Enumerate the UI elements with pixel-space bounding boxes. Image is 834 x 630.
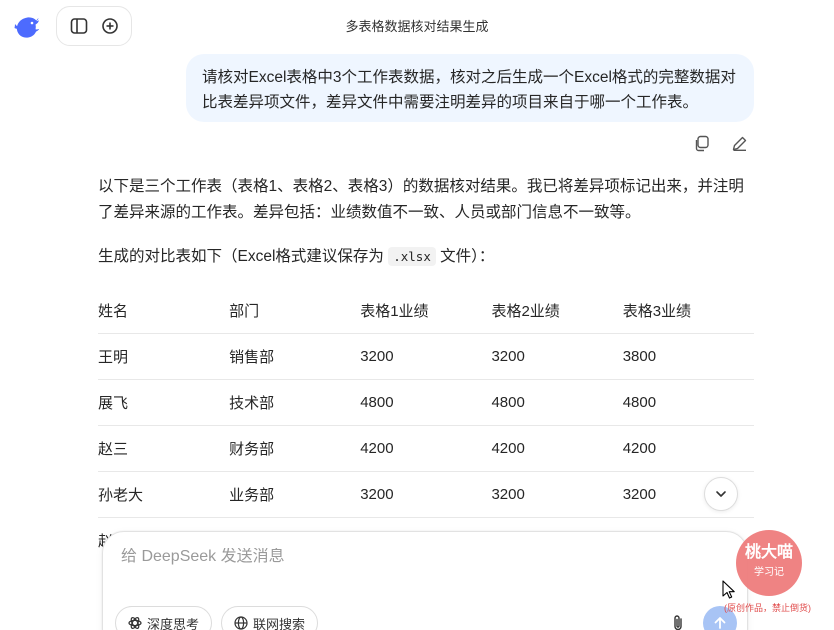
deep-think-label: 深度思考 <box>147 616 200 630</box>
table-row: 孙老大 业务部 3200 3200 3200 <box>98 471 754 518</box>
user-message: 请核对Excel表格中3个工作表数据，核对之后生成一个Excel格式的完整数据对… <box>186 54 754 122</box>
table-cell: 销售部 <box>229 333 361 380</box>
table-cell: 3200 <box>360 471 492 518</box>
table-cell: 3200 <box>491 333 623 380</box>
table-cell: 孙老大 <box>98 471 230 518</box>
deep-think-toggle[interactable]: 深度思考 <box>115 606 213 630</box>
table-cell: 财务部 <box>229 425 361 472</box>
table-cell: 4200 <box>491 425 623 472</box>
table-header-row: 姓名 部门 表格1业绩 表格2业绩 表格3业绩 <box>98 288 754 334</box>
table-cell: 展飞 <box>98 379 230 426</box>
comparison-table: 姓名 部门 表格1业绩 表格2业绩 表格3业绩 王明 销售部 3200 3200… <box>98 288 754 518</box>
edit-message-button[interactable] <box>728 132 750 154</box>
globe-icon <box>234 616 248 630</box>
arrow-up-icon <box>714 617 726 629</box>
table-cell: 3200 <box>360 333 492 380</box>
web-search-toggle[interactable]: 联网搜索 <box>221 606 319 630</box>
table-cell: 业务部 <box>229 471 361 518</box>
edit-icon <box>732 136 746 151</box>
table-row: 王明 销售部 3200 3200 3800 <box>98 333 754 380</box>
table-cell: 技术部 <box>229 379 361 426</box>
table-cell: 4800 <box>622 379 754 426</box>
watermark-badge: 桃大喵 学习记 <box>736 530 802 596</box>
web-search-label: 联网搜索 <box>253 616 306 630</box>
table-row: 赵三 财务部 4200 4200 4200 <box>98 425 754 472</box>
table-cell: 王明 <box>98 333 230 380</box>
deep-think-icon <box>128 617 142 629</box>
table-header-cell: 表格1业绩 <box>360 288 492 334</box>
copy-icon <box>695 135 709 151</box>
copy-message-button[interactable] <box>690 132 712 154</box>
message-actions <box>690 132 750 154</box>
table-header-cell: 表格2业绩 <box>491 288 623 334</box>
watermark-name: 桃大喵 <box>744 544 793 561</box>
message-composer: 深度思考 联网搜索 <box>102 531 748 630</box>
assistant-answer: 以下是三个工作表（表格1、表格2、表格3）的数据核对结果。我已将差异项标记出来，… <box>98 174 758 288</box>
conversation-title: 多表格数据核对结果生成 <box>345 19 489 34</box>
table-header-cell: 姓名 <box>98 288 230 334</box>
watermark-sub: 学习记 <box>754 567 784 578</box>
table-cell: 赵三 <box>98 425 230 472</box>
table-cell: 4800 <box>360 379 492 426</box>
table-cell: 3800 <box>622 333 754 380</box>
table-header-cell: 表格3业绩 <box>622 288 754 334</box>
table-cell: 3200 <box>491 471 623 518</box>
scroll-to-bottom-button[interactable] <box>704 477 738 511</box>
table-row: 展飞 技术部 4800 4800 4800 <box>98 379 754 426</box>
attach-button[interactable] <box>667 612 689 630</box>
answer-paragraph-2: 生成的对比表如下（Excel格式建议保存为 .xlsx 文件）： <box>98 244 758 270</box>
watermark-note: (原创作品，禁止倒货) <box>724 603 811 613</box>
answer-para2-after: 文件）： <box>440 248 495 265</box>
answer-paragraph-1: 以下是三个工作表（表格1、表格2、表格3）的数据核对结果。我已将差异项标记出来，… <box>98 178 744 221</box>
paperclip-icon <box>674 615 682 630</box>
message-input[interactable] <box>121 548 681 566</box>
answer-para2-before: 生成的对比表如下（Excel格式建议保存为 <box>98 248 384 265</box>
inline-code: .xlsx <box>388 247 436 266</box>
table-cell: 4800 <box>491 379 623 426</box>
chevron-down-icon <box>716 491 726 497</box>
table-cell: 4200 <box>360 425 492 472</box>
table-header-cell: 部门 <box>229 288 361 334</box>
table-cell: 4200 <box>622 425 754 472</box>
